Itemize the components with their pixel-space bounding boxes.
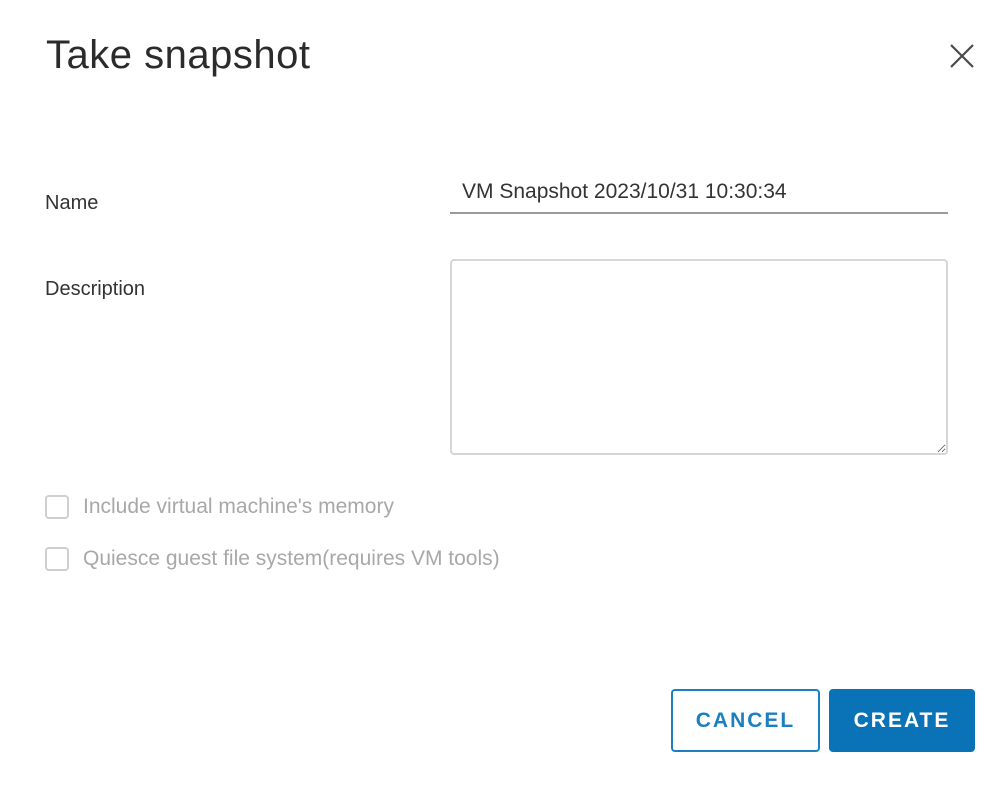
include-memory-label: Include virtual machine's memory: [83, 495, 394, 518]
description-textarea[interactable]: [450, 259, 948, 455]
cancel-button[interactable]: CANCEL: [671, 689, 820, 752]
description-label: Description: [45, 278, 146, 300]
include-memory-checkbox[interactable]: [45, 495, 69, 519]
close-icon: [950, 44, 974, 68]
include-memory-option[interactable]: Include virtual machine's memory: [45, 495, 394, 519]
create-button[interactable]: CREATE: [829, 689, 975, 752]
dialog-title: Take snapshot: [46, 33, 311, 77]
name-label: Name: [45, 192, 99, 214]
quiesce-label: Quiesce guest file system(requires VM to…: [83, 547, 500, 570]
take-snapshot-dialog: Take snapshot Name Description Include v…: [0, 0, 1000, 794]
quiesce-option[interactable]: Quiesce guest file system(requires VM to…: [45, 547, 500, 571]
close-button[interactable]: [944, 38, 980, 74]
quiesce-checkbox[interactable]: [45, 547, 69, 571]
name-input[interactable]: [450, 172, 948, 214]
